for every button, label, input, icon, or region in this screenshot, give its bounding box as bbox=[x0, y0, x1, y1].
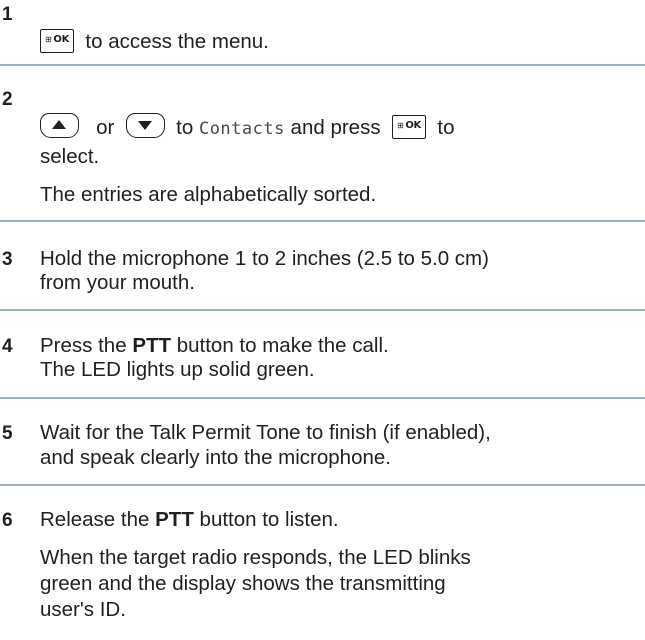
step-divider bbox=[0, 397, 645, 399]
step-result: green and the display shows the transmit… bbox=[40, 572, 446, 595]
step-number: 2 bbox=[2, 89, 13, 110]
step-result: The entries are alphabetically sorted. bbox=[40, 183, 377, 206]
ptt-button-label: PTT bbox=[155, 508, 194, 531]
step-result: user's ID. bbox=[40, 598, 126, 621]
step-text: from your mouth. bbox=[40, 271, 195, 294]
step-number: 5 bbox=[2, 423, 13, 444]
step-text: and speak clearly into the microphone. bbox=[40, 446, 391, 469]
step-divider bbox=[0, 220, 645, 222]
step-1-instruction: ⊞ OK to access the menu. bbox=[40, 28, 641, 55]
step-result: When the target radio responds, the LED … bbox=[40, 546, 471, 569]
step-divider bbox=[0, 64, 645, 66]
ptt-button-label: PTT bbox=[132, 334, 172, 357]
menu-item-name: Contacts bbox=[198, 119, 285, 139]
up-arrow-key-icon bbox=[40, 113, 79, 139]
menu-ok-key-icon: ⊞ OK bbox=[40, 28, 74, 53]
step-text: Press the PTT button to make the call. bbox=[40, 334, 389, 357]
step-divider bbox=[0, 484, 645, 486]
step-text: select. bbox=[40, 145, 100, 168]
step-number: 1 bbox=[2, 4, 13, 25]
step-result: The LED lights up solid green. bbox=[40, 358, 315, 381]
step-text: Hold the microphone 1 to 2 inches (2.5 t… bbox=[40, 247, 489, 270]
step-text: to access the menu. bbox=[85, 30, 269, 53]
down-arrow-key-icon bbox=[125, 113, 165, 139]
menu-ok-key-icon: ⊞ OK bbox=[391, 114, 426, 139]
step-divider bbox=[0, 309, 645, 311]
step-number: 6 bbox=[2, 510, 13, 531]
step-2-instruction: or to Contacts and press ⊞ OK to bbox=[40, 113, 641, 142]
step-number: 4 bbox=[2, 336, 13, 357]
step-text: Wait for the Talk Permit Tone to finish … bbox=[40, 421, 491, 444]
step-number: 3 bbox=[2, 249, 13, 270]
step-text: Release the PTT button to listen. bbox=[40, 508, 339, 531]
